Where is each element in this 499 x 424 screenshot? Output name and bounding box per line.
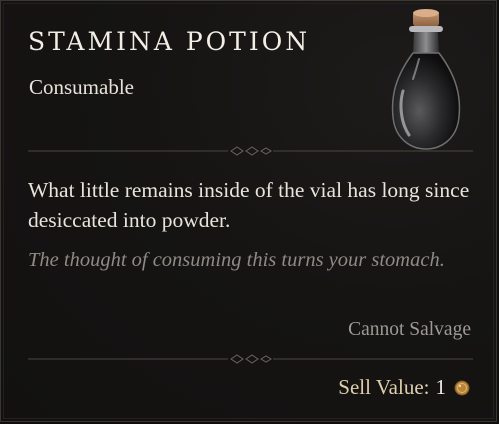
stamina-potion-icon: [391, 9, 461, 150]
sell-value-label: Sell Value:: [338, 375, 430, 399]
item-type: Consumable: [29, 75, 134, 99]
sell-value-amount: 1: [435, 375, 447, 399]
salvage-status: Cannot Salvage: [348, 319, 471, 340]
item-tooltip: STAMINA POTION Consumable What little re…: [0, 0, 497, 422]
divider-top: [28, 146, 473, 156]
item-description: What little remains inside of the vial h…: [28, 178, 470, 232]
sell-value-row: Sell Value: 1: [338, 375, 470, 400]
item-name: STAMINA POTION: [28, 27, 311, 56]
divider-bottom: [28, 354, 473, 364]
item-flavor-text: The thought of consuming this turns your…: [28, 249, 445, 271]
gold-coin-icon: [454, 380, 470, 395]
